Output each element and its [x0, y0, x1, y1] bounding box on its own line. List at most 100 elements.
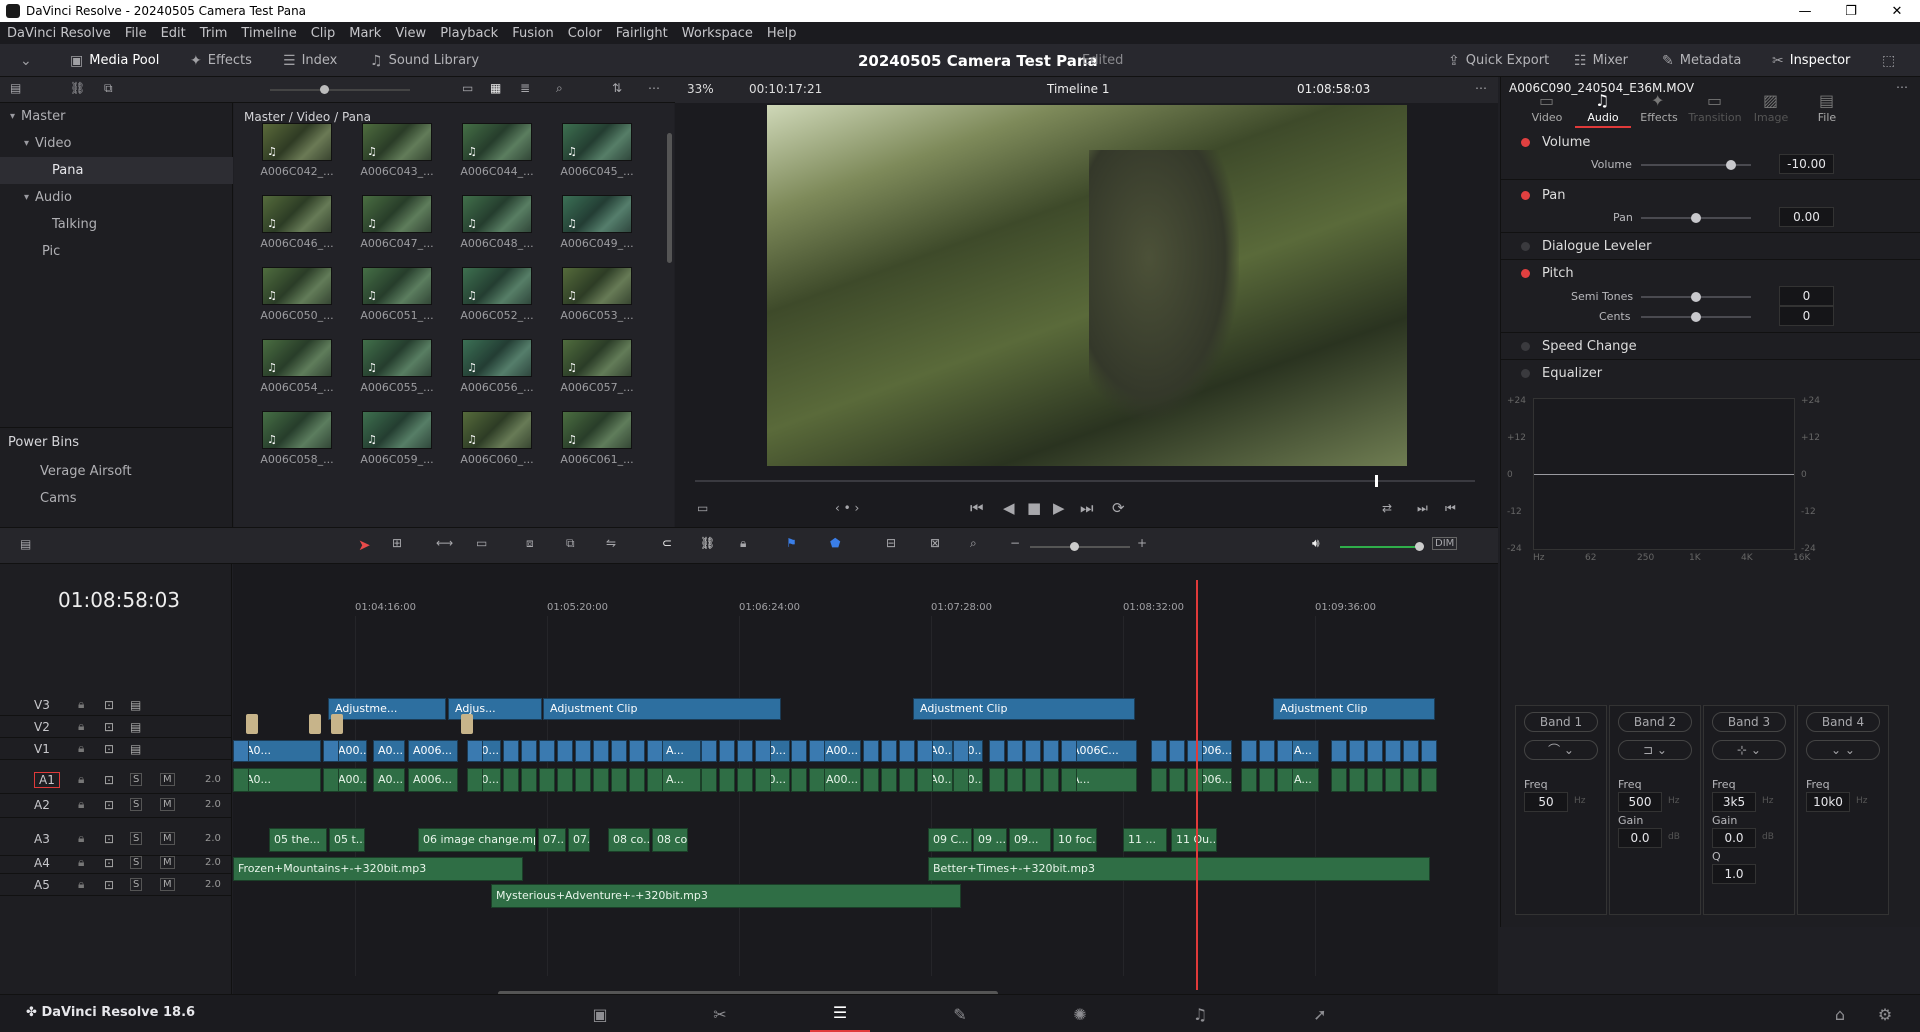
solo-button[interactable]: S	[130, 878, 143, 891]
menu-trim[interactable]: Trim	[193, 26, 235, 41]
menu-davinci-resolve[interactable]: DaVinci Resolve	[0, 26, 118, 41]
menu-fairlight[interactable]: Fairlight	[609, 26, 675, 41]
sound-library-button[interactable]: ♫ Sound Library	[370, 44, 479, 77]
bin-pana[interactable]: Pana	[0, 157, 233, 184]
smart-bin-icon[interactable]: ⧉	[104, 81, 113, 96]
audio-clip[interactable]	[989, 768, 1005, 792]
clip-name[interactable]: A006C048_...	[457, 237, 537, 250]
clip-thumbnail[interactable]: ♫	[562, 195, 632, 233]
sort-icon[interactable]: ⇅	[612, 81, 622, 95]
audio-clip[interactable]	[791, 768, 807, 792]
bin-verage-airsoft[interactable]: Verage Airsoft	[0, 458, 233, 485]
playhead[interactable]	[1196, 580, 1198, 990]
audio-clip[interactable]	[1367, 768, 1383, 792]
volume-icon[interactable]: 🔊︎	[1312, 536, 1320, 551]
band-3-gain[interactable]: 0.0	[1712, 828, 1756, 848]
video-clip[interactable]: A006C...	[1067, 740, 1137, 762]
audio-clip[interactable]	[1025, 768, 1041, 792]
menu-workspace[interactable]: Workspace	[675, 26, 760, 41]
eq-toggle[interactable]	[1521, 369, 1530, 378]
audio-clip[interactable]	[1421, 768, 1437, 792]
dialogue-toggle[interactable]	[1521, 242, 1530, 251]
band-1-button[interactable]: Band 1	[1524, 712, 1598, 732]
auto-select-icon[interactable]: ⊡	[104, 773, 114, 787]
audio-clip[interactable]	[701, 768, 717, 792]
audio-clip[interactable]	[323, 768, 339, 792]
menu-color[interactable]: Color	[561, 26, 609, 41]
clip-name[interactable]: A006C056_...	[457, 381, 537, 394]
bin-master[interactable]: ▾ Master	[0, 103, 233, 130]
clip-thumbnail[interactable]: ♫	[462, 339, 532, 377]
color-page-icon[interactable]: ✺	[1050, 995, 1110, 1032]
viewer-scrubber[interactable]	[695, 475, 1475, 487]
auto-select-icon[interactable]: ⊡	[104, 798, 114, 812]
clip-name[interactable]: A006C058_...	[257, 453, 337, 466]
clip-thumbnail[interactable]: ♫	[262, 339, 332, 377]
audio-clip[interactable]	[1169, 768, 1185, 792]
cents-value[interactable]: 0	[1779, 306, 1834, 326]
audio-clip[interactable]	[575, 768, 591, 792]
band-2-button[interactable]: Band 2	[1618, 712, 1692, 732]
audio-clip[interactable]: 06 image change.mp3	[418, 828, 536, 852]
audio-clip[interactable]: 09...	[1009, 828, 1051, 852]
audio-clip[interactable]: 07...	[568, 828, 590, 852]
stop-icon[interactable]: ■	[1027, 499, 1041, 517]
full-extent-zoom-icon[interactable]: ⊟	[886, 536, 896, 550]
video-clip[interactable]	[1187, 740, 1203, 762]
video-clip[interactable]	[1043, 740, 1059, 762]
insert-clip-icon[interactable]: ⧈	[526, 536, 534, 551]
tab-effects[interactable]: Effects	[1631, 111, 1687, 124]
snapping-icon[interactable]: ⊂	[662, 536, 672, 550]
audio-clip[interactable]	[1061, 768, 1077, 792]
pan-value[interactable]: 0.00	[1779, 207, 1834, 227]
clip-name[interactable]: A006C051_...	[357, 309, 437, 322]
audio-clip[interactable]	[629, 768, 645, 792]
audio-clip[interactable]	[953, 768, 969, 792]
video-clip[interactable]	[1241, 740, 1257, 762]
adjustment-clip[interactable]: Adjustment Clip	[1273, 698, 1435, 720]
video-clip[interactable]	[953, 740, 969, 762]
band-2-gain[interactable]: 0.0	[1618, 828, 1662, 848]
video-clip[interactable]	[557, 740, 573, 762]
audio-clip[interactable]: 11 ...	[1123, 828, 1167, 852]
menu-mark[interactable]: Mark	[342, 26, 388, 41]
clip-thumbnail[interactable]: ♫	[462, 123, 532, 161]
video-clip[interactable]: A0...	[241, 740, 321, 762]
video-clip[interactable]	[1007, 740, 1023, 762]
clip-thumbnail[interactable]: ♫	[362, 195, 432, 233]
v2-clip[interactable]	[309, 714, 321, 734]
video-clip[interactable]	[1151, 740, 1167, 762]
video-clip[interactable]	[539, 740, 555, 762]
band-4-freq[interactable]: 10k0	[1806, 792, 1850, 812]
audio-clip[interactable]	[863, 768, 879, 792]
tab-transition[interactable]: Transition	[1687, 111, 1743, 124]
v2-clip[interactable]	[246, 714, 258, 734]
video-clip[interactable]	[233, 740, 249, 762]
bin-pic[interactable]: Pic	[0, 238, 233, 265]
clip-name[interactable]: A006C043_...	[357, 165, 437, 178]
solo-button[interactable]: S	[130, 773, 143, 786]
bin-cams[interactable]: Cams	[0, 485, 233, 512]
audio-clip[interactable]: 05 the...	[269, 828, 327, 852]
thumbnail-size-slider[interactable]	[270, 85, 410, 94]
inspector-button[interactable]: ✂ Inspector	[1772, 44, 1850, 77]
panel-toggle-icon[interactable]: ⌄	[20, 44, 38, 77]
solo-button[interactable]: S	[130, 832, 143, 845]
clip-name[interactable]: A006C049_...	[557, 237, 637, 250]
lock-icon[interactable]: 🔒︎	[78, 741, 84, 756]
clip-thumbnail[interactable]: ♫	[562, 339, 632, 377]
menu-help[interactable]: Help	[760, 26, 804, 41]
audio-clip[interactable]: A...	[661, 768, 701, 792]
audio-clip[interactable]: 08 co...	[608, 828, 650, 852]
clip-name[interactable]: A006C054_...	[257, 381, 337, 394]
deliver-page-icon[interactable]: ➚	[1290, 995, 1350, 1032]
video-clip[interactable]	[989, 740, 1005, 762]
audio-clip[interactable]: 10 foc...	[1053, 828, 1097, 852]
prev-edit-icon[interactable]: ⏮	[1445, 501, 1456, 516]
clip-thumbnail[interactable]: ♫	[262, 267, 332, 305]
video-clip[interactable]	[323, 740, 339, 762]
audio-clip[interactable]	[1151, 768, 1167, 792]
pitch-toggle[interactable]	[1521, 269, 1530, 278]
match-frame-icon[interactable]: ⇄	[1382, 501, 1392, 515]
clip-name[interactable]: A006C045_...	[557, 165, 637, 178]
